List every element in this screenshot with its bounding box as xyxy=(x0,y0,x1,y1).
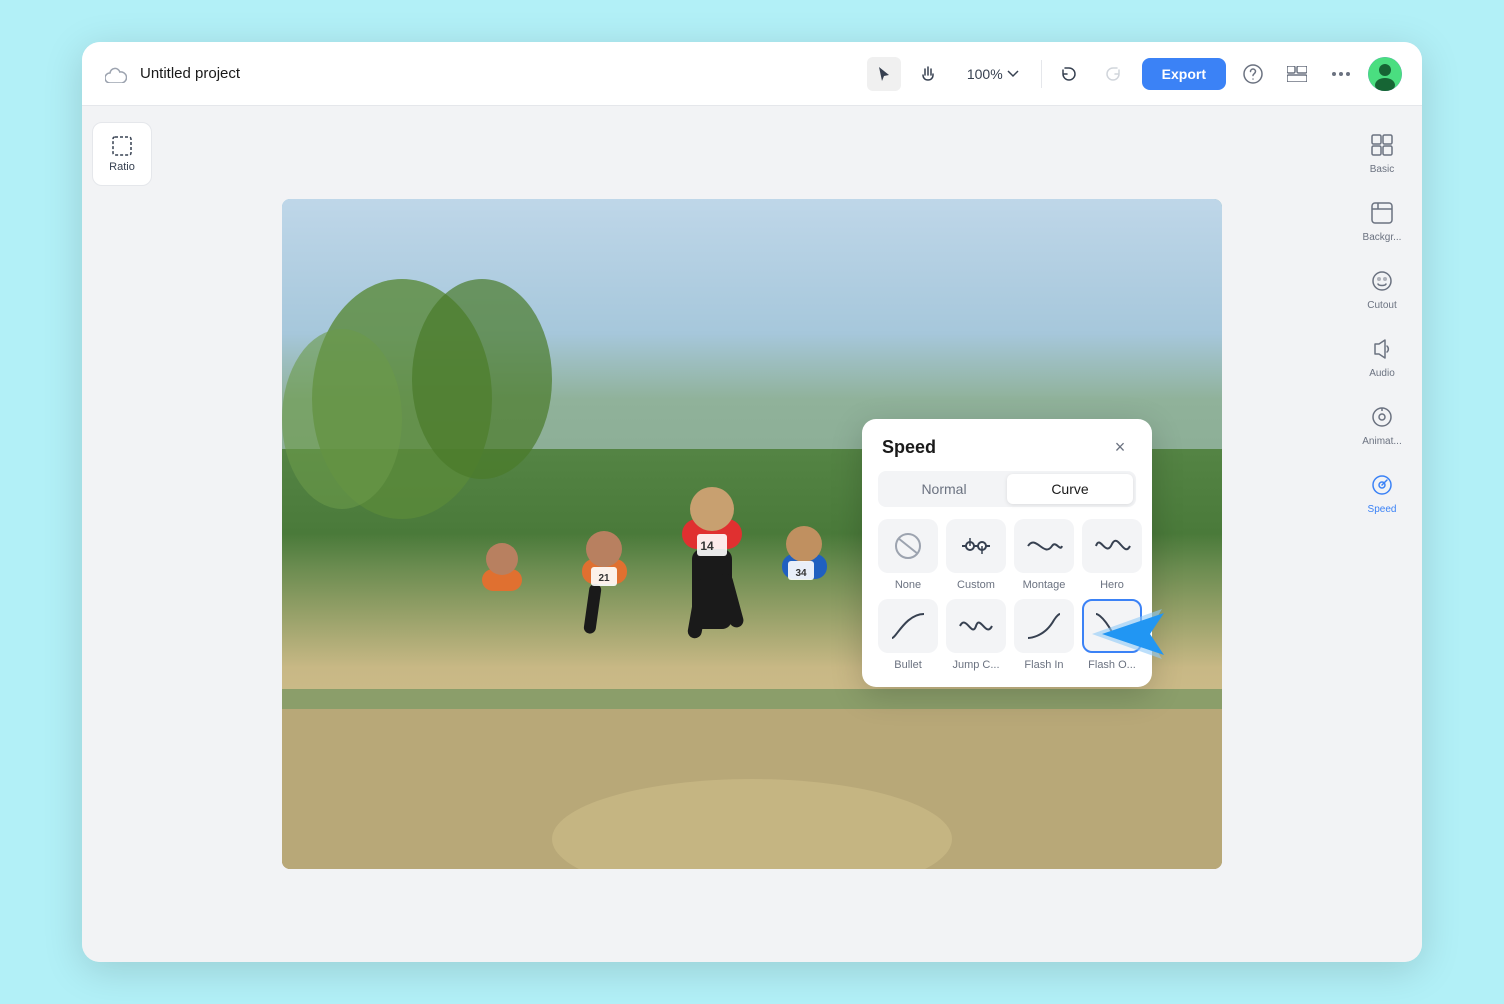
popup-title: Speed xyxy=(882,437,936,458)
panels-button[interactable] xyxy=(1280,57,1314,91)
option-box-hero xyxy=(1082,519,1142,573)
option-box-custom xyxy=(946,519,1006,573)
option-box-montage xyxy=(1014,519,1074,573)
option-bullet[interactable]: Bullet xyxy=(878,599,938,671)
popup-close-button[interactable]: × xyxy=(1108,435,1132,459)
sidebar-label-basic: Basic xyxy=(1370,164,1394,175)
option-hero[interactable]: Hero xyxy=(1082,519,1142,591)
sidebar-label-background: Backgr... xyxy=(1363,232,1402,243)
select-tool-button[interactable] xyxy=(867,57,901,91)
option-box-jump-cut xyxy=(946,599,1006,653)
option-label-hero: Hero xyxy=(1100,579,1124,591)
svg-text:34: 34 xyxy=(795,568,807,579)
option-none[interactable]: None xyxy=(878,519,938,591)
sidebar-label-cutout: Cutout xyxy=(1367,300,1396,311)
option-label-flash-in: Flash In xyxy=(1024,659,1063,671)
cursor-arrow-icon xyxy=(1092,599,1172,669)
option-box-bullet xyxy=(878,599,938,653)
option-box-none xyxy=(878,519,938,573)
popup-header: Speed × xyxy=(862,419,1152,471)
sidebar-item-animate[interactable]: Animat... xyxy=(1350,394,1414,458)
header: Untitled project 100% xyxy=(82,42,1422,106)
zoom-button[interactable]: 100% xyxy=(955,60,1031,88)
option-jump-cut[interactable]: Jump C... xyxy=(946,599,1006,671)
zoom-label: 100% xyxy=(967,66,1003,82)
header-center: 100% xyxy=(867,57,1130,91)
sidebar-label-animate: Animat... xyxy=(1362,436,1401,447)
more-button[interactable] xyxy=(1324,57,1358,91)
background-icon xyxy=(1371,202,1393,228)
export-button[interactable]: Export xyxy=(1142,58,1226,90)
hand-tool-button[interactable] xyxy=(911,57,945,91)
cloud-icon xyxy=(102,60,130,88)
main-content: Ratio xyxy=(82,106,1422,962)
canvas-area: 14 21 34 Speed × Normal Curve xyxy=(162,106,1342,962)
project-title: Untitled project xyxy=(140,65,240,82)
left-sidebar: Ratio xyxy=(82,106,162,962)
tab-curve[interactable]: Curve xyxy=(1007,474,1133,504)
ratio-label: Ratio xyxy=(109,161,135,173)
header-right: Export xyxy=(1142,57,1402,91)
option-box-flash-in xyxy=(1014,599,1074,653)
redo-button[interactable] xyxy=(1096,57,1130,91)
option-flash-in[interactable]: Flash In xyxy=(1014,599,1074,671)
sidebar-label-speed: Speed xyxy=(1368,504,1397,515)
animate-icon xyxy=(1371,406,1393,432)
audio-icon xyxy=(1371,338,1393,364)
cursor-arrow-container xyxy=(1092,599,1172,674)
basic-icon xyxy=(1371,134,1393,160)
cutout-icon xyxy=(1371,270,1393,296)
app-window: Untitled project 100% xyxy=(82,42,1422,962)
canvas-image: 14 21 34 Speed × Normal Curve xyxy=(282,199,1222,869)
option-montage[interactable]: Montage xyxy=(1014,519,1074,591)
sidebar-item-audio[interactable]: Audio xyxy=(1350,326,1414,390)
sidebar-label-audio: Audio xyxy=(1369,368,1395,379)
option-label-bullet: Bullet xyxy=(894,659,922,671)
header-left: Untitled project xyxy=(102,60,855,88)
option-label-montage: Montage xyxy=(1023,579,1066,591)
avatar xyxy=(1368,57,1402,91)
sidebar-item-background[interactable]: Backgr... xyxy=(1350,190,1414,254)
sidebar-item-basic[interactable]: Basic xyxy=(1350,122,1414,186)
ratio-button[interactable]: Ratio xyxy=(92,122,152,186)
help-button[interactable] xyxy=(1236,57,1270,91)
option-custom[interactable]: Custom xyxy=(946,519,1006,591)
divider xyxy=(1041,60,1042,88)
svg-text:21: 21 xyxy=(598,573,610,584)
tab-normal[interactable]: Normal xyxy=(881,474,1007,504)
option-label-jump-cut: Jump C... xyxy=(952,659,999,671)
option-label-custom: Custom xyxy=(957,579,995,591)
undo-button[interactable] xyxy=(1052,57,1086,91)
sidebar-item-cutout[interactable]: Cutout xyxy=(1350,258,1414,322)
tab-bar: Normal Curve xyxy=(878,471,1136,507)
sidebar-item-speed[interactable]: Speed xyxy=(1350,462,1414,526)
right-sidebar: Basic Backgr... xyxy=(1342,106,1422,962)
speed-icon xyxy=(1371,474,1393,500)
svg-text:14: 14 xyxy=(700,539,714,553)
option-label-none: None xyxy=(895,579,921,591)
